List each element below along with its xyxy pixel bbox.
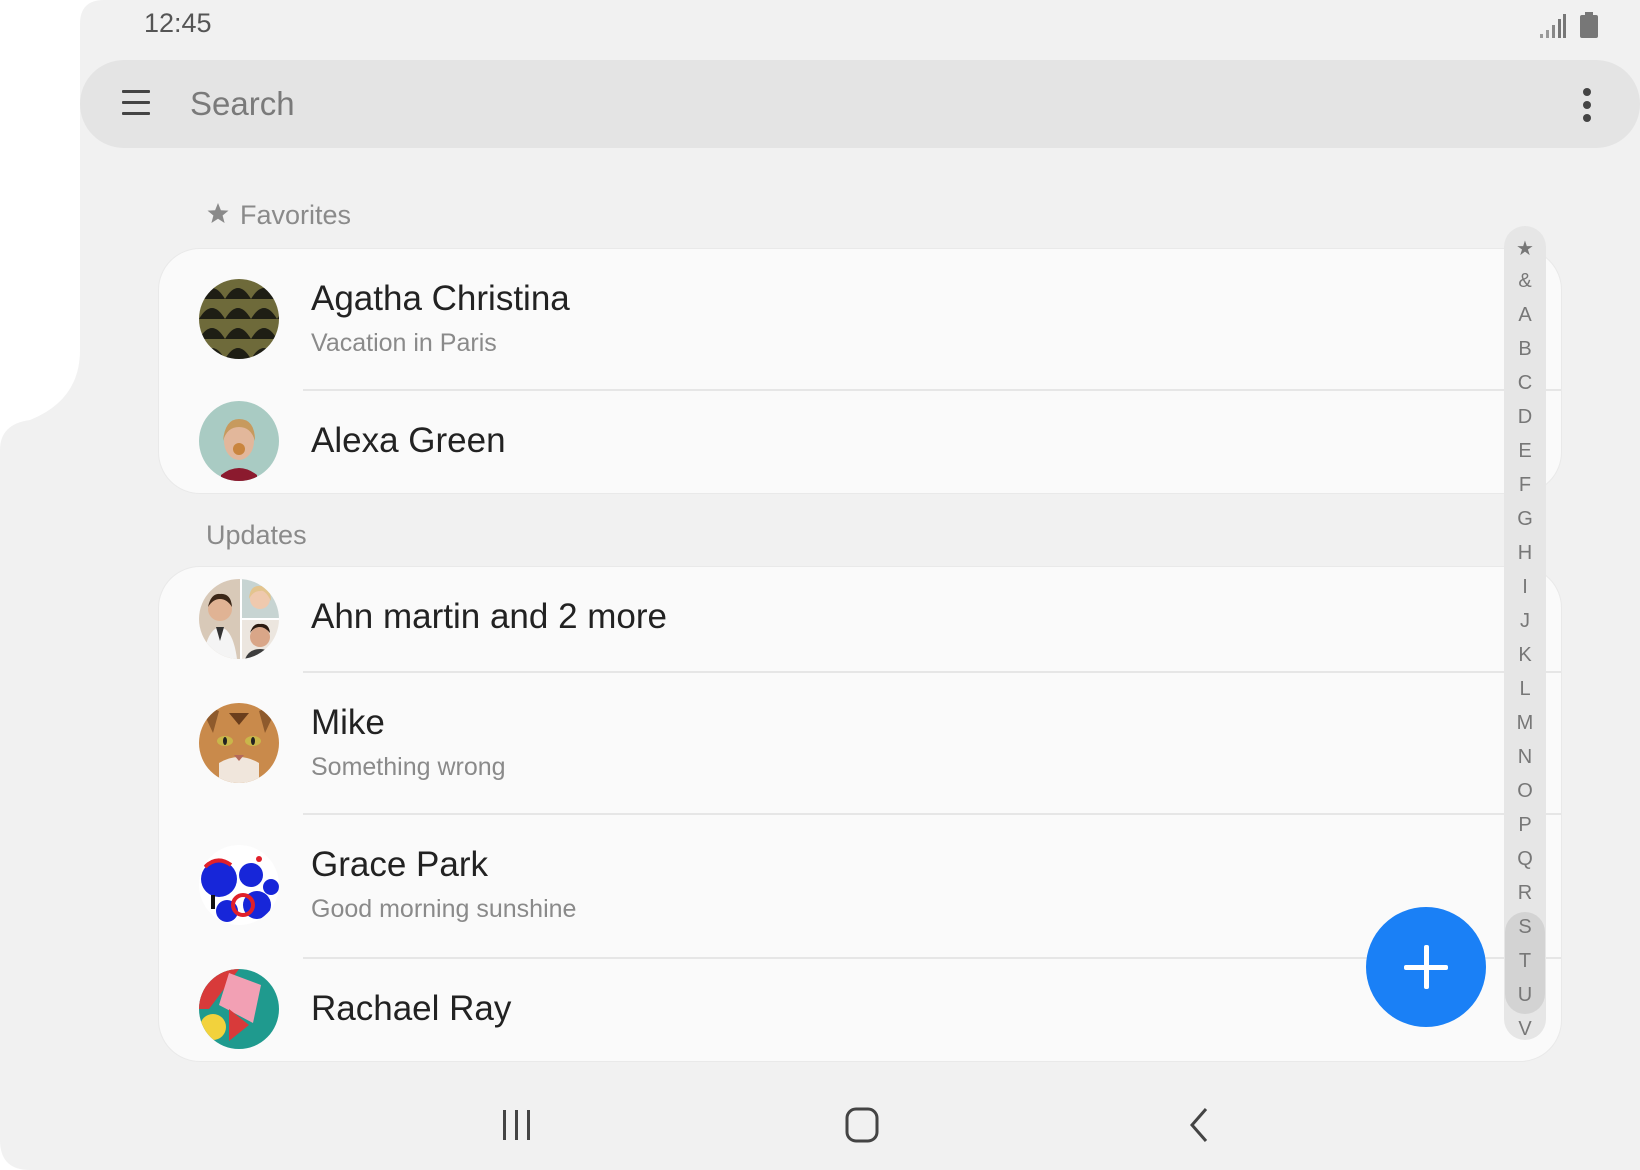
updates-header: Updates xyxy=(206,520,307,550)
home-icon[interactable] xyxy=(844,1106,880,1144)
index-letter[interactable]: V xyxy=(1504,1018,1546,1041)
index-letter[interactable]: Q xyxy=(1504,848,1546,871)
favorites-header: Favorites xyxy=(206,200,351,231)
contact-name: Mike xyxy=(311,703,385,742)
index-letter[interactable]: ★ xyxy=(1504,236,1546,261)
contact-status: Good morning sunshine xyxy=(311,895,577,923)
contact-row-mike[interactable]: Mike Something wrong xyxy=(159,673,1561,813)
search-bar xyxy=(80,60,1640,148)
index-letter[interactable]: R xyxy=(1504,882,1546,905)
status-time: 12:45 xyxy=(144,8,212,38)
group-avatar xyxy=(199,579,279,659)
index-letter[interactable]: S xyxy=(1504,916,1546,939)
index-letter[interactable]: E xyxy=(1504,440,1546,463)
add-contact-button[interactable] xyxy=(1366,907,1486,1027)
index-letter[interactable]: O xyxy=(1504,780,1546,803)
back-icon[interactable] xyxy=(1188,1106,1210,1144)
contact-status: Something wrong xyxy=(311,753,506,781)
navigation-bar xyxy=(80,1066,1560,1166)
index-letter[interactable]: G xyxy=(1504,508,1546,531)
avatar xyxy=(199,969,279,1049)
index-letter[interactable]: J xyxy=(1504,610,1546,633)
favorites-header-label: Favorites xyxy=(240,200,352,230)
contact-name: Ahn martin and 2 more xyxy=(311,597,668,636)
menu-icon[interactable] xyxy=(122,90,150,116)
index-letter[interactable]: B xyxy=(1504,338,1546,361)
index-letter[interactable]: P xyxy=(1504,814,1546,837)
search-input[interactable] xyxy=(190,80,1490,128)
status-bar: 12:45 xyxy=(80,0,1640,56)
contact-row-rachael-ray[interactable]: Rachael Ray xyxy=(159,959,1561,1061)
index-letter[interactable]: C xyxy=(1504,372,1546,395)
index-letter[interactable]: N xyxy=(1504,746,1546,769)
index-letter[interactable]: L xyxy=(1504,678,1546,701)
index-letter[interactable]: M xyxy=(1504,712,1546,735)
signal-icon xyxy=(1540,14,1566,38)
contact-row-ahn-martin[interactable]: Ahn martin and 2 more xyxy=(159,567,1561,671)
index-letter[interactable]: & xyxy=(1504,270,1546,293)
index-letter[interactable]: K xyxy=(1504,644,1546,667)
contact-name: Grace Park xyxy=(311,845,488,884)
contact-status: Vacation in Paris xyxy=(311,329,497,357)
updates-card: Ahn martin and 2 more Mike Something wro… xyxy=(158,566,1562,1062)
avatar xyxy=(199,845,279,925)
avatar xyxy=(199,703,279,783)
avatar xyxy=(199,401,279,481)
index-letter[interactable]: D xyxy=(1504,406,1546,429)
contact-name: Alexa Green xyxy=(311,421,506,460)
index-letter[interactable]: H xyxy=(1504,542,1546,565)
index-letter[interactable]: A xyxy=(1504,304,1546,327)
recents-icon[interactable] xyxy=(502,1108,532,1142)
favorites-card: Agatha Christina Vacation in Paris Alexa… xyxy=(158,248,1562,494)
contact-name: Agatha Christina xyxy=(311,279,570,318)
index-letter[interactable]: T xyxy=(1504,950,1546,973)
index-letter[interactable]: U xyxy=(1504,984,1546,1007)
contacts-screen: 12:45 Search Favorites Agatha Christina … xyxy=(0,0,1640,1170)
index-letter[interactable]: I xyxy=(1504,576,1546,599)
avatar xyxy=(199,279,279,359)
contact-row-agatha-christina[interactable]: Agatha Christina Vacation in Paris xyxy=(159,249,1561,389)
index-letter[interactable]: F xyxy=(1504,474,1546,497)
contact-row-alexa-green[interactable]: Alexa Green xyxy=(159,391,1561,493)
contact-name: Rachael Ray xyxy=(311,989,512,1028)
contact-row-grace-park[interactable]: Grace Park Good morning sunshine xyxy=(159,815,1561,957)
star-icon xyxy=(207,203,229,223)
battery-icon xyxy=(1580,12,1598,38)
more-vert-icon[interactable] xyxy=(1582,88,1592,122)
device-frame: 12:45 Search Favorites Agatha Christina … xyxy=(0,0,1640,1170)
